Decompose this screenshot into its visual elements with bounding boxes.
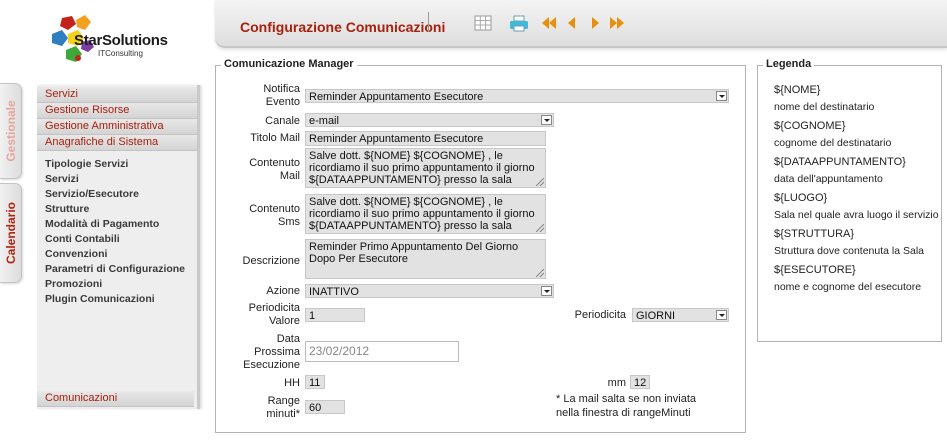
legenda-list: ${NOME} nome del destinatario ${COGNOME}… [774,83,939,299]
data-prossima-label: Data Prossima Esecuzione [243,333,300,371]
left-menu: Servizi Gestione Risorse Gestione Ammini… [37,85,200,409]
hh-value: 11 [309,377,321,389]
descrizione-label: Descrizione [242,255,300,267]
submenu-item-strutture[interactable]: Strutture [37,202,197,217]
submenu-item-modalita-pagamento[interactable]: Modalità di Pagamento [37,217,197,232]
data-prossima-value: 23/02/2012 [309,344,370,358]
mm-value: 12 [634,377,647,389]
last-icon[interactable] [608,14,626,32]
periodicita-valore-input[interactable]: 1 [305,308,365,322]
mm-label: mm [607,377,626,389]
contenuto-mail-textarea[interactable]: Salve dott. ${NOME} ${COGNOME} , le rico… [305,148,546,188]
first-icon[interactable] [540,14,558,32]
legenda-desc: Sala nel quale avra luogo il servizio [774,209,939,221]
data-prossima-input[interactable]: 23/02/2012 [305,341,459,362]
periodicita-valore-value: 1 [309,310,316,322]
azione-select[interactable]: INATTIVO [305,284,554,298]
contenuto-sms-textarea[interactable]: Salve dott. ${NOME} ${COGNOME} , le rico… [305,194,546,234]
submenu-item-promozioni[interactable]: Promozioni [37,277,197,292]
legenda-title: Legenda [763,58,815,70]
logo-name: StarSolutions [74,32,168,49]
tab-gestionale[interactable]: Gestionale [0,83,22,179]
periodicita-valore-label: Periodicita Valore [248,302,300,327]
periodicita-value: GIORNI [636,310,676,322]
submenu: Tipologie Servizi Servizi Servizio/Esecu… [37,157,197,307]
chevron-down-icon [716,310,727,320]
canale-value: e-mail [309,115,339,127]
menu-item-gestione-risorse[interactable]: Gestione Risorse [37,103,197,119]
legenda-desc: nome e cognome del esecutore [774,281,922,293]
legenda-var: ${COGNOME} [774,120,846,132]
descrizione-textarea[interactable]: Reminder Primo Appuntamento Del Giorno D… [305,239,546,279]
legenda-panel: Legenda ${NOME} nome del destinatario ${… [757,58,942,342]
legenda-var: ${DATAAPPUNTAMENTO} [774,156,906,168]
tab-calendario[interactable]: Calendario [0,183,22,283]
header-divider [428,12,429,32]
submenu-item-conti-contabili[interactable]: Conti Contabili [37,232,197,247]
legenda-var: ${LUOGO} [774,192,828,204]
logo: StarSolutions ITConsulting [44,12,184,72]
submenu-item-convenzioni[interactable]: Convenzioni [37,247,197,262]
submenu-item-parametri[interactable]: Parametri di Configurazione [37,262,197,277]
legenda-desc: cognome del destinatario [774,137,892,149]
azione-value: INATTIVO [309,286,359,298]
submenu-item-plugin-comunicazioni[interactable]: Plugin Comunicazioni [37,292,197,307]
grid-icon[interactable] [474,14,492,32]
titolo-label: Titolo Mail [250,132,300,144]
resize-handle-icon[interactable] [536,224,544,232]
submenu-item-servizio-esecutore[interactable]: Servizio/Esecutore [37,187,197,202]
notifica-select[interactable]: Reminder Appuntamento Esecutore [305,89,729,103]
contenuto-mail-label: Contenuto Mail [249,157,300,182]
periodicita-label: Periodicita [574,309,626,321]
prev-icon[interactable] [563,14,581,32]
tab-gestionale-label: Gestionale [3,100,18,162]
legenda-desc: Struttura dove contenuta la Sala [774,245,925,257]
next-icon[interactable] [586,14,604,32]
legenda-desc: nome del destinatario [774,101,875,113]
range-label: Range minuti* [266,395,300,420]
print-icon[interactable] [509,14,529,32]
chevron-down-icon [541,115,552,125]
notifica-label: Notifica Evento [263,83,300,108]
contenuto-mail-value: Salve dott. ${NOME} ${COGNOME} , le rico… [309,150,535,187]
logo-tagline: ITConsulting [98,49,143,58]
range-value: 60 [309,402,322,414]
resize-handle-icon[interactable] [536,178,544,186]
menu-item-servizi[interactable]: Servizi [37,87,197,103]
chevron-down-icon [716,91,727,101]
panel-title: Comunicazione Manager [221,58,357,70]
range-note: * La mail salta se non inviata nella fin… [556,393,697,419]
hh-input[interactable]: 11 [305,375,325,389]
chevron-down-icon [541,286,552,296]
comunicazione-manager-panel: Comunicazione Manager Notifica Evento Re… [215,58,746,433]
menu-item-anagrafiche[interactable]: Anagrafiche di Sistema [37,135,197,151]
menu-item-comunicazioni[interactable]: Comunicazioni [37,391,194,407]
mm-input[interactable]: 12 [630,375,650,389]
submenu-item-tipologie-servizi[interactable]: Tipologie Servizi [37,157,197,172]
canale-select[interactable]: e-mail [305,113,554,127]
legenda-var: ${NOME} [774,84,821,96]
notifica-value: Reminder Appuntamento Esecutore [309,91,484,103]
titolo-input[interactable]: Reminder Appuntamento Esecutore [305,131,546,146]
contenuto-sms-label: Contenuto Sms [249,203,300,228]
hh-label: HH [284,377,300,389]
menu-item-gestione-amministrativa[interactable]: Gestione Amministrativa [37,119,197,135]
tab-calendario-label: Calendario [3,201,18,265]
resize-handle-icon[interactable] [536,269,544,277]
azione-label: Azione [266,285,300,297]
periodicita-select[interactable]: GIORNI [632,308,729,322]
submenu-item-servizi[interactable]: Servizi [37,172,197,187]
canale-label: Canale [265,115,300,127]
descrizione-value: Reminder Primo Appuntamento Del Giorno D… [309,241,519,265]
contenuto-sms-value: Salve dott. ${NOME} ${COGNOME} , le rico… [309,196,535,233]
legenda-var: ${ESECUTORE} [774,264,856,276]
legenda-var: ${STRUTTURA} [774,228,855,240]
page-title: Configurazione Comunicazioni [240,19,446,35]
page-header: Configurazione Comunicazioni [215,0,947,48]
range-input[interactable]: 60 [305,400,345,414]
titolo-value: Reminder Appuntamento Esecutore [309,133,484,145]
legenda-desc: data dell'appuntamento [774,173,883,185]
